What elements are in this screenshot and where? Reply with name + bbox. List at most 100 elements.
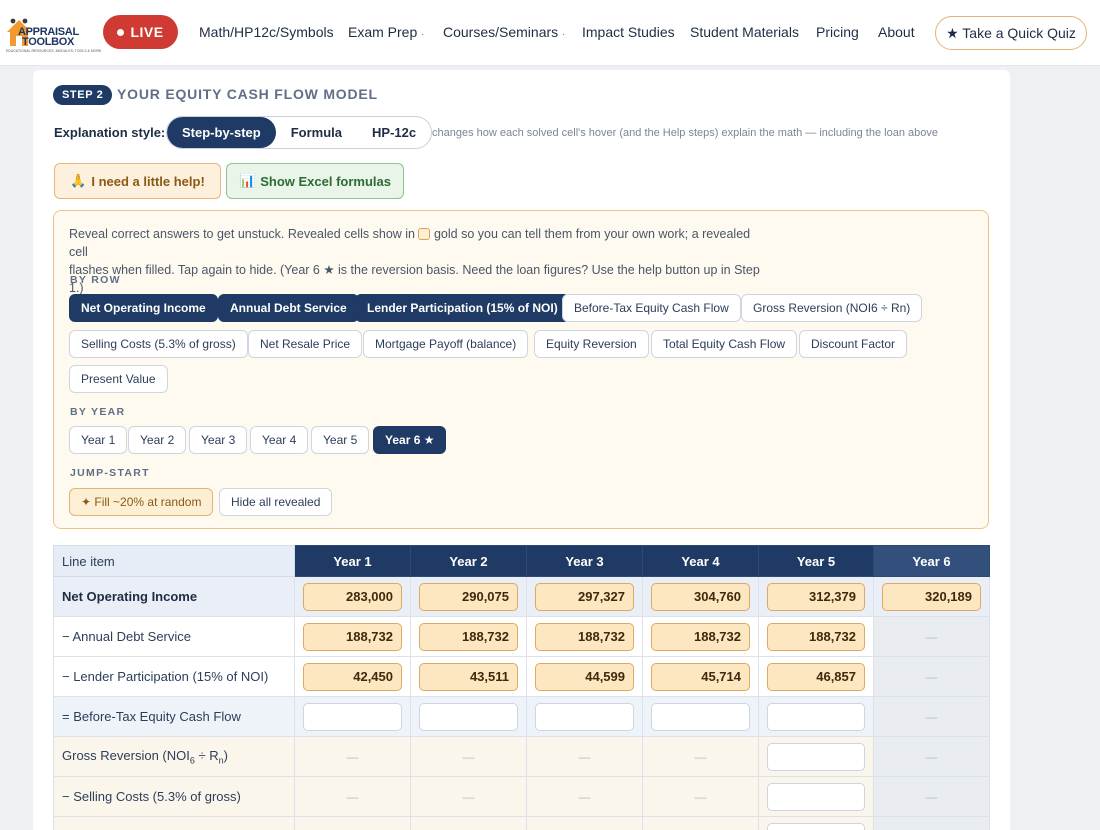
revealed-value[interactable]: 43,511 [419,662,518,691]
cell-input[interactable] [767,782,865,811]
equity-cash-flow-table: Line item Year 1 Year 2 Year 3 Year 4 Ye… [53,545,990,830]
help-button-label: I need a little help! [91,173,205,189]
quick-quiz-button[interactable]: ★ Take a Quick Quiz [935,16,1087,50]
na-cell: — [873,616,990,657]
nav-link-about[interactable]: About [878,24,915,40]
table-row: − Lender Participation (15% of NOI) 42,45… [53,656,990,697]
revealed-value[interactable]: 188,732 [651,622,750,651]
reveal-row-mortgage-payoff[interactable]: Mortgage Payoff (balance) [363,330,529,358]
top-nav: APPRAISAL TOOLBOX EDUCATIONAL RESOURCES,… [0,0,1100,66]
year-header: Year 3 [526,545,643,577]
row-label: Net Operating Income [53,576,295,617]
dash-placeholder: — [925,790,938,804]
cell-input[interactable] [767,822,865,830]
revealed-cell: 44,599 [526,656,643,697]
reveal-year-1[interactable]: Year 1 [69,426,128,454]
input-cell [758,776,874,817]
explanation-option-step-by-step[interactable]: Step-by-step [167,117,276,148]
cell-input[interactable] [419,702,518,731]
reveal-row-total-equity[interactable]: Total Equity Cash Flow [651,330,798,358]
reveal-year-2[interactable]: Year 2 [128,426,187,454]
reveal-row-lender-participation[interactable]: Lender Participation (15% of NOI) [355,294,570,322]
revealed-value[interactable]: 304,760 [651,582,750,611]
na-cell: — [873,736,990,777]
help-button[interactable]: 🙏 I need a little help! [54,163,221,199]
reveal-row-selling-costs[interactable]: Selling Costs (5.3% of gross) [69,330,248,358]
input-cell [526,696,643,737]
nav-link-pricing[interactable]: Pricing [816,24,859,40]
table-row: − Annual Debt Service 188,732 188,732 188,7… [53,616,990,657]
table-row: Gross Reversion (NOI6 ÷ Rn) — — — — — [53,736,990,777]
revealed-cell: 283,000 [294,576,411,617]
revealed-value[interactable]: 290,075 [419,582,518,611]
reveal-row-noi[interactable]: Net Operating Income [69,294,218,322]
revealed-value[interactable]: 188,732 [419,622,518,651]
na-cell: — [873,696,990,737]
reveal-row-discount-factor[interactable]: Discount Factor [799,330,908,358]
cell-input[interactable] [651,702,750,731]
table-row: ————— [53,816,990,830]
row-label: − Selling Costs (5.3% of gross) [53,776,295,817]
by-row-heading: BY ROW [70,274,121,286]
reveal-row-present-value[interactable]: Present Value [69,365,168,393]
revealed-cell: 290,075 [410,576,527,617]
reveal-row-net-resale[interactable]: Net Resale Price [248,330,363,358]
revealed-value[interactable]: 188,732 [535,622,634,651]
revealed-value[interactable]: 297,327 [535,582,634,611]
by-year-heading: BY YEAR [70,406,126,418]
reveal-row-equity-reversion[interactable]: Equity Reversion [534,330,649,358]
dash-placeholder: — [578,750,591,764]
reveal-year-4[interactable]: Year 4 [250,426,309,454]
revealed-cell: 45,714 [642,656,759,697]
nav-link-impact-studies[interactable]: Impact Studies [582,24,675,40]
revealed-value[interactable]: 312,379 [767,582,865,611]
na-cell: — [294,776,411,817]
revealed-cell: 188,732 [294,616,411,657]
cell-input[interactable] [535,702,634,731]
reveal-year-3[interactable]: Year 3 [189,426,248,454]
jump-start-heading: JUMP-START [70,467,150,479]
nav-link-math[interactable]: Math/HP12c/Symbols [199,24,334,40]
cell-input[interactable] [767,742,865,771]
reveal-row-debt-service[interactable]: Annual Debt Service [218,294,359,322]
na-cell: — [294,816,411,830]
cell-input[interactable] [767,702,865,731]
cell-input[interactable] [303,702,402,731]
revealed-cell: 43,511 [410,656,527,697]
hide-all-revealed-button[interactable]: Hide all revealed [219,488,333,516]
reveal-year-5[interactable]: Year 5 [311,426,370,454]
dash-placeholder: — [578,790,591,804]
revealed-value[interactable]: 283,000 [303,582,402,611]
revealed-value[interactable]: 46,857 [767,662,865,691]
input-cell [758,816,874,830]
revealed-value[interactable]: 188,732 [303,622,402,651]
nav-link-student-materials[interactable]: Student Materials [690,24,799,40]
revealed-cell: 46,857 [758,656,874,697]
reveal-year-6[interactable]: Year 6 ★ [373,426,447,454]
nav-link-courses[interactable]: Courses/Seminars · [443,24,565,40]
revealed-value[interactable]: 320,189 [882,582,981,611]
live-label: LIVE [130,24,164,40]
caret-icon: · [421,29,425,39]
excel-formulas-button[interactable]: 📊 Show Excel formulas [226,163,404,199]
revealed-value[interactable]: 45,714 [651,662,750,691]
nav-link-exam-prep[interactable]: Exam Prep · [348,24,424,40]
revealed-cell: 297,327 [526,576,643,617]
appraisal-toolbox-logo[interactable]: APPRAISAL TOOLBOX EDUCATIONAL RESOURCES,… [4,12,101,54]
revealed-value[interactable]: 42,450 [303,662,402,691]
explanation-option-formula[interactable]: Formula [276,117,357,148]
explanation-option-hp12c[interactable]: HP-12c [357,117,431,148]
revealed-value[interactable]: 188,732 [767,622,865,651]
reveal-row-gross-reversion[interactable]: Gross Reversion (NOI6 ÷ Rn) [741,294,923,322]
logo-tagline: EDUCATIONAL RESOURCES, MODULES, TOOLS & … [6,49,102,53]
reveal-row-btcf[interactable]: Before-Tax Equity Cash Flow [562,294,741,322]
year-header: Year 6 [873,545,990,577]
na-cell: — [526,736,643,777]
row-label: = Before-Tax Equity Cash Flow [53,696,295,737]
fill-random-button[interactable]: ✦ Fill ~20% at random [69,488,214,516]
revealed-value[interactable]: 44,599 [535,662,634,691]
input-cell [642,696,759,737]
year-header: Year 4 [642,545,759,577]
dash-placeholder: — [925,750,938,764]
live-button[interactable]: LIVE [103,15,178,49]
